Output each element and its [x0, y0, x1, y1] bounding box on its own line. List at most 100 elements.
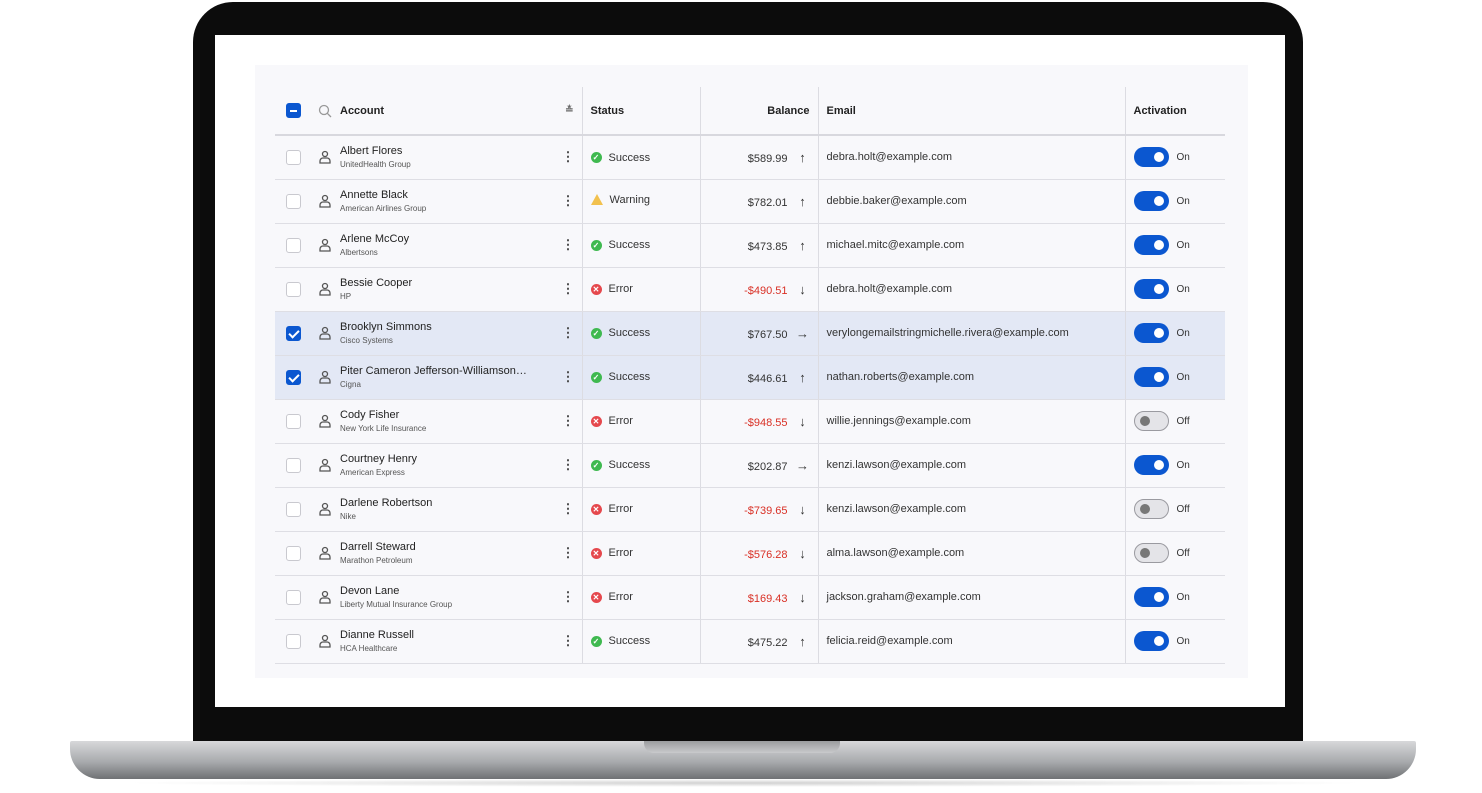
table-row[interactable]: Annette Black American Airlines Group ⋮ W…: [275, 179, 1225, 224]
activation-toggle[interactable]: [1133, 411, 1169, 431]
check-circle-icon: ✓: [590, 371, 602, 383]
more-options-icon[interactable]: ⋮: [562, 281, 575, 297]
more-options-icon[interactable]: ⋮: [562, 193, 575, 209]
account-org: Cigna: [340, 380, 361, 389]
email-cell: michael.mitc@example.com: [818, 223, 1126, 268]
user-icon: [319, 370, 331, 384]
column-header-balance[interactable]: Balance: [700, 87, 819, 136]
column-header-activation[interactable]: Activation: [1125, 87, 1225, 136]
table-row[interactable]: Arlene McCoy Albertsons ⋮ ✓ Success $473.8…: [275, 223, 1225, 268]
user-icon: [319, 326, 331, 340]
user-icon: [319, 414, 331, 428]
account-name: Courtney Henry: [340, 453, 418, 465]
more-options-icon[interactable]: ⋮: [562, 457, 575, 473]
status-text: Success: [608, 371, 651, 384]
account-name: Darlene Robertson: [340, 497, 433, 509]
balance-value: -$739.65: [744, 504, 788, 517]
more-options-icon[interactable]: ⋮: [562, 237, 575, 253]
row-checkbox[interactable]: [286, 413, 301, 429]
table-row[interactable]: Dianne Russell HCA Healthcare ⋮ ✓ Success …: [275, 619, 1225, 664]
row-checkbox[interactable]: [286, 325, 301, 341]
activation-toggle[interactable]: [1133, 323, 1169, 343]
table-row[interactable]: Courtney Henry American Express ⋮ ✓ Succes…: [275, 443, 1225, 488]
table-row[interactable]: Piter Cameron Jefferson-Williamson… Cigna…: [275, 355, 1225, 400]
row-checkbox[interactable]: [286, 193, 301, 209]
status-text: Error: [608, 547, 633, 560]
user-icon: [319, 502, 331, 516]
table-row[interactable]: Brooklyn Simmons Cisco Systems ⋮ ✓ Success…: [275, 311, 1225, 356]
row-checkbox[interactable]: [286, 589, 301, 605]
table-row[interactable]: Albert Flores UnitedHealth Group ⋮ ✓ Succe…: [275, 135, 1225, 180]
laptop-notch: [644, 741, 840, 753]
activation-toggle[interactable]: [1133, 235, 1169, 255]
more-options-icon[interactable]: ⋮: [562, 633, 575, 649]
arrow-down-icon: ↓: [799, 413, 806, 429]
activation-toggle[interactable]: [1133, 147, 1169, 168]
sort-icon[interactable]: ≛: [565, 105, 573, 116]
activation-toggle[interactable]: [1133, 631, 1169, 651]
activation-toggle[interactable]: [1133, 191, 1169, 211]
select-all-checkbox[interactable]: [286, 103, 301, 118]
account-name: Brooklyn Simmons: [340, 321, 432, 333]
status-text: Success: [608, 459, 651, 472]
table-row[interactable]: Darlene Robertson Nike ⋮ ✕ Error -$739.65 ↓…: [275, 487, 1225, 532]
more-options-icon[interactable]: ⋮: [562, 413, 575, 429]
table-row[interactable]: Darrell Steward Marathon Petroleum ⋮ ✕ Err…: [275, 531, 1225, 576]
balance-value: $475.22: [747, 636, 788, 649]
status-text: Error: [608, 415, 633, 428]
row-checkbox[interactable]: [286, 369, 301, 385]
account-org: HCA Healthcare: [340, 644, 398, 653]
search-icon[interactable]: [318, 104, 332, 118]
activation-toggle[interactable]: [1133, 587, 1169, 607]
table-row[interactable]: Bessie Cooper HP ⋮ ✕ Error -$490.51 ↓ debra…: [275, 267, 1225, 312]
account-name: Annette Black: [340, 189, 408, 201]
row-checkbox[interactable]: [286, 237, 301, 253]
arrow-up-icon: ↑: [799, 237, 806, 253]
balance-value: $782.01: [747, 196, 788, 209]
more-options-icon[interactable]: ⋮: [562, 589, 575, 605]
status-text: Success: [608, 239, 651, 252]
account-name: Bessie Cooper: [340, 277, 413, 289]
activation-toggle[interactable]: [1133, 455, 1169, 475]
email-cell: kenzi.lawson@example.com: [818, 487, 1126, 532]
account-name: Devon Lane: [340, 585, 400, 597]
row-checkbox[interactable]: [286, 633, 301, 649]
more-options-icon[interactable]: ⋮: [562, 545, 575, 561]
email-cell: jackson.graham@example.com: [818, 575, 1126, 620]
account-name: Arlene McCoy: [340, 233, 410, 245]
activation-label: On: [1176, 459, 1190, 471]
activation-label: On: [1176, 195, 1190, 207]
user-icon: [319, 458, 331, 472]
table-row[interactable]: Cody Fisher New York Life Insurance ⋮ ✕ Er…: [275, 399, 1225, 444]
activation-label: Off: [1176, 503, 1190, 515]
check-circle-icon: ✓: [590, 459, 602, 471]
column-header-email[interactable]: Email: [818, 87, 1126, 136]
table-row[interactable]: Devon Lane Liberty Mutual Insurance Group…: [275, 575, 1225, 620]
email-cell: verylongemailstringmichelle.rivera@examp…: [818, 311, 1126, 356]
arrow-down-icon: ↓: [799, 281, 806, 297]
row-checkbox[interactable]: [286, 501, 301, 517]
activation-toggle[interactable]: [1133, 367, 1169, 387]
more-options-icon[interactable]: ⋮: [562, 149, 575, 165]
accounts-table: Account ≛ Status Balance Email Activatio…: [275, 87, 1225, 664]
user-icon: [319, 634, 331, 648]
activation-label: Off: [1176, 415, 1190, 427]
row-checkbox[interactable]: [286, 281, 301, 297]
account-org: UnitedHealth Group: [340, 160, 411, 170]
arrow-up-icon: ↑: [799, 193, 806, 209]
activation-toggle[interactable]: [1133, 543, 1169, 563]
error-icon: ✕: [590, 415, 602, 427]
account-name: Albert Flores: [340, 145, 403, 158]
activation-toggle[interactable]: [1133, 499, 1169, 519]
activation-toggle[interactable]: [1133, 279, 1169, 299]
row-checkbox[interactable]: [286, 149, 301, 165]
check-circle-icon: ✓: [590, 635, 602, 647]
more-options-icon[interactable]: ⋮: [562, 369, 575, 385]
row-checkbox[interactable]: [286, 457, 301, 473]
more-options-icon[interactable]: ⋮: [562, 325, 575, 341]
activation-label: On: [1176, 635, 1190, 647]
row-checkbox[interactable]: [286, 545, 301, 561]
column-header-status[interactable]: Status: [582, 87, 701, 136]
column-header-account[interactable]: Account: [340, 105, 384, 117]
more-options-icon[interactable]: ⋮: [562, 501, 575, 517]
